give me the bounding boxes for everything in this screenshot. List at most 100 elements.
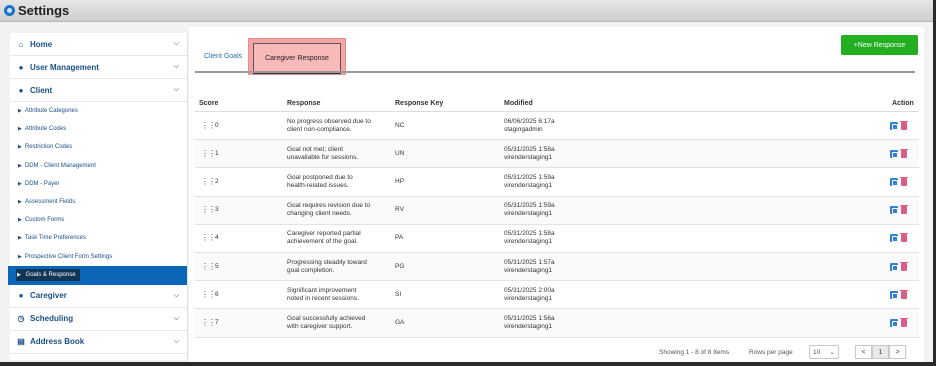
chevron-down-icon: ⌄	[829, 349, 835, 356]
tab-client-goals[interactable]: Client Goals	[204, 53, 242, 60]
user-icon: ●	[18, 291, 24, 301]
chevron-down-icon: ⌵	[173, 337, 179, 345]
response-cell: Goal not met; client unavailable for ses…	[287, 146, 393, 162]
drag-handle-icon[interactable]: ⋮⋮	[201, 149, 216, 158]
caret-right-icon: ▶	[18, 235, 22, 242]
response-cell: Goal requires revision due to changing c…	[287, 202, 393, 218]
chart-icon: ▤	[17, 337, 25, 347]
new-response-button[interactable]: +New Response	[841, 35, 918, 55]
modified-user: virenderstaging1	[504, 238, 553, 246]
table-row: ⋮⋮ 4 Caregiver reported partial achievem…	[195, 225, 919, 253]
score-cell: 3	[215, 206, 219, 214]
sidebar-subitem-label: Prospective Client Form Settings	[24, 253, 113, 260]
response-cell: Caregiver reported partial achievement o…	[287, 230, 393, 246]
sidebar-subitem-ddm-client-management[interactable]: ▶ DDM - Client Management	[10, 157, 187, 175]
clock-icon: ◷	[17, 314, 25, 324]
edit-icon[interactable]	[890, 318, 898, 327]
page-1-button[interactable]: 1	[872, 345, 889, 359]
chevron-down-icon: ⌵	[173, 314, 179, 322]
sidebar-item-label: Scheduling	[30, 314, 74, 324]
sidebar-subitem-assessment-fields[interactable]: ▶ Assessment Fields	[10, 193, 187, 211]
trash-icon[interactable]	[900, 148, 908, 158]
column-header-action: Action	[892, 100, 914, 107]
edit-icon[interactable]	[890, 177, 898, 186]
column-header-response-key[interactable]: Response Key	[395, 100, 443, 107]
trash-icon[interactable]	[900, 317, 908, 327]
sidebar-subitem-task-time-preferences[interactable]: ▶ Task Time Preferences	[10, 229, 187, 247]
trash-icon[interactable]	[900, 261, 908, 271]
trash-icon[interactable]	[900, 289, 908, 299]
items-count: Showing 1 - 8 of 8 Items	[659, 349, 730, 356]
trash-icon[interactable]	[900, 233, 908, 243]
rows-per-page-label: Rows per page	[749, 349, 793, 356]
trash-icon[interactable]	[900, 205, 908, 215]
next-page-button[interactable]: >	[889, 345, 906, 359]
modified-user: virenderstaging1	[504, 266, 553, 274]
column-header-modified[interactable]: Modified	[504, 100, 533, 107]
drag-handle-icon[interactable]: ⋮⋮	[201, 262, 216, 271]
action-cell	[890, 233, 908, 243]
trash-icon[interactable]	[900, 176, 908, 186]
column-header-score[interactable]: Score	[199, 100, 218, 107]
modified-date: 05/31/2025 1:58a	[504, 230, 555, 238]
response-line-2: changing client needs.	[287, 210, 352, 218]
sidebar-subitem-ddm-payer[interactable]: ▶ DDM - Payer	[10, 175, 187, 193]
modified-user: virenderstaging1	[504, 322, 553, 330]
user-icon: ●	[18, 85, 24, 95]
modified-cell: 05/31/2025 1:58a virenderstaging1	[504, 146, 555, 162]
caret-right-icon: ▶	[18, 126, 22, 133]
response-line-2: achievement of the goal.	[287, 238, 358, 246]
score-cell: 0	[215, 121, 219, 129]
sidebar-subitem-label: Attribute Codes	[24, 126, 67, 133]
modified-date: 05/31/2025 1:59a	[504, 173, 555, 181]
sidebar-subitem-goals-response[interactable]: ▶ Goals & Response	[8, 265, 187, 285]
drag-handle-icon[interactable]: ⋮⋮	[201, 121, 216, 130]
sidebar-subitem-attribute-categories[interactable]: ▶ Attribute Categories	[10, 102, 187, 120]
tab-caregiver-response[interactable]: Caregiver Response	[253, 43, 341, 74]
sidebar-subitem-prospective-client-form-settings[interactable]: ▶ Prospective Client Form Settings	[10, 248, 187, 266]
edit-icon[interactable]	[890, 121, 898, 130]
sidebar-item-user-management[interactable]: ● User Management ⌵	[10, 56, 187, 79]
drag-handle-icon[interactable]: ⋮⋮	[201, 318, 216, 327]
rows-per-page-select[interactable]: 10 ⌄	[809, 345, 839, 359]
edit-icon[interactable]	[890, 234, 898, 243]
sidebar-subitem-custom-forms[interactable]: ▶ Custom Forms	[10, 211, 187, 229]
sidebar-item-address-book[interactable]: ▤ Address Book ⌵	[10, 331, 187, 354]
page-title: Settings	[18, 3, 70, 18]
modified-date: 05/31/2025 2:00a	[504, 286, 555, 294]
modified-cell: 06/06/2025 6:17a stagingadmin	[504, 118, 555, 134]
drag-handle-icon[interactable]: ⋮⋮	[201, 177, 216, 186]
edit-icon[interactable]	[890, 262, 898, 271]
pagination: < 1 >	[855, 345, 906, 359]
prev-page-button[interactable]: <	[855, 345, 872, 359]
action-cell	[890, 205, 908, 215]
sidebar-subitem-label: DDM - Client Management	[24, 162, 96, 169]
column-header-response[interactable]: Response	[287, 100, 320, 107]
response-line-1: Goal requires revision due to	[287, 202, 371, 210]
edit-icon[interactable]	[890, 290, 898, 299]
sidebar-subitem-label: Custom Forms	[24, 217, 65, 224]
sidebar-subitem-attribute-codes[interactable]: ▶ Attribute Codes	[10, 120, 187, 138]
response-key-cell: RV	[395, 206, 404, 214]
sidebar-item-scheduling[interactable]: ◷ Scheduling ⌵	[10, 308, 187, 331]
sidebar-item-home[interactable]: ⌂ Home ⌵	[10, 33, 187, 56]
caret-right-icon: ▶	[18, 162, 22, 169]
table-footer: Showing 1 - 8 of 8 Items Rows per page 1…	[189, 345, 919, 361]
modified-date: 05/31/2025 1:57a	[504, 258, 555, 266]
trash-icon[interactable]	[900, 120, 908, 130]
edit-icon[interactable]	[890, 149, 898, 158]
sidebar-item-caregiver[interactable]: ● Caregiver ⌵	[10, 285, 187, 308]
sidebar-item-client[interactable]: ● Client ⌵	[10, 79, 187, 102]
response-line-2: with caregiver support.	[287, 322, 353, 330]
drag-handle-icon[interactable]: ⋮⋮	[201, 290, 216, 299]
edit-icon[interactable]	[890, 206, 898, 215]
modified-cell: 05/31/2025 1:57a virenderstaging1	[504, 259, 555, 275]
drag-handle-icon[interactable]: ⋮⋮	[201, 206, 216, 214]
drag-handle-icon[interactable]: ⋮⋮	[201, 234, 216, 242]
action-cell	[890, 289, 908, 299]
sidebar-subitem-restriction-codes[interactable]: ▶ Restriction Codes	[10, 138, 187, 156]
caret-right-icon: ▶	[18, 144, 22, 151]
modified-user: virenderstaging1	[504, 153, 553, 161]
action-cell	[890, 176, 908, 186]
modified-user: stagingadmin	[504, 125, 543, 133]
